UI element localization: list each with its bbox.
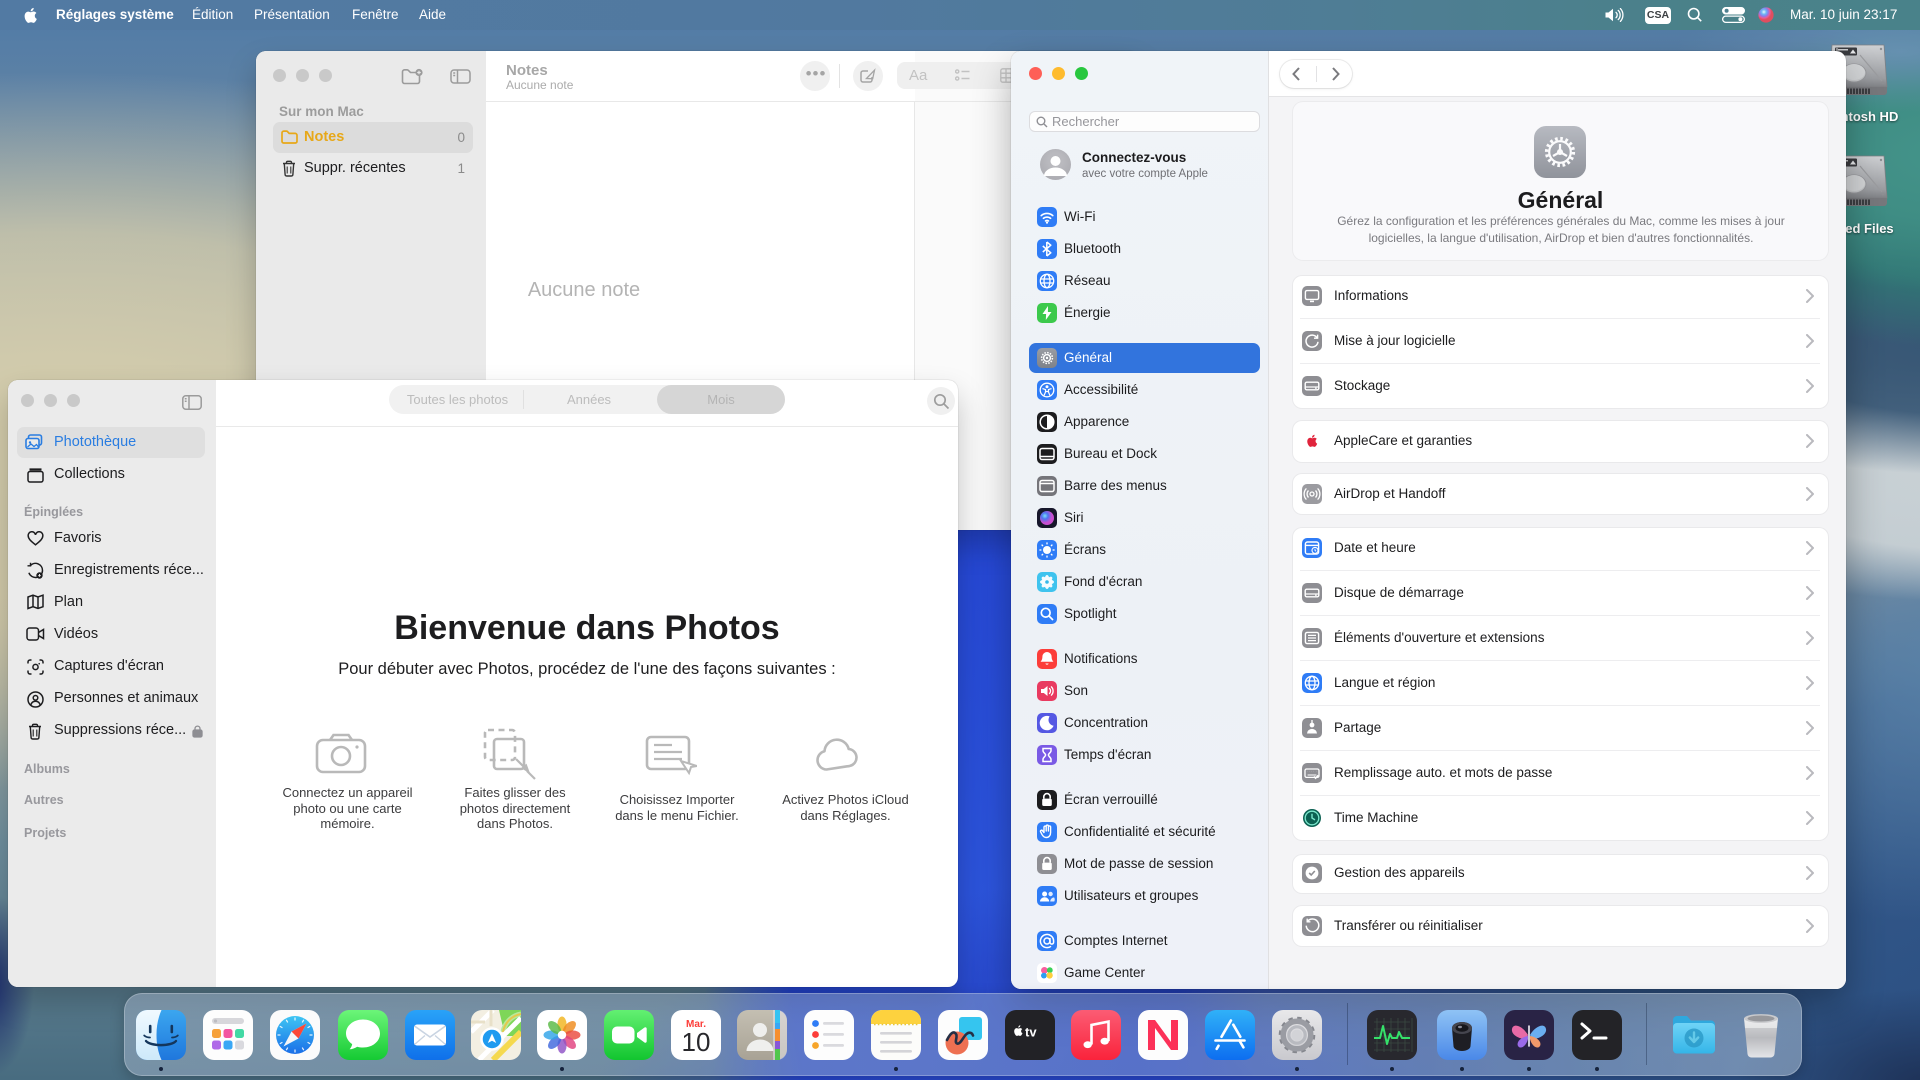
svg-text:tv: tv: [1025, 1025, 1037, 1040]
svg-text:10: 10: [682, 1027, 711, 1057]
